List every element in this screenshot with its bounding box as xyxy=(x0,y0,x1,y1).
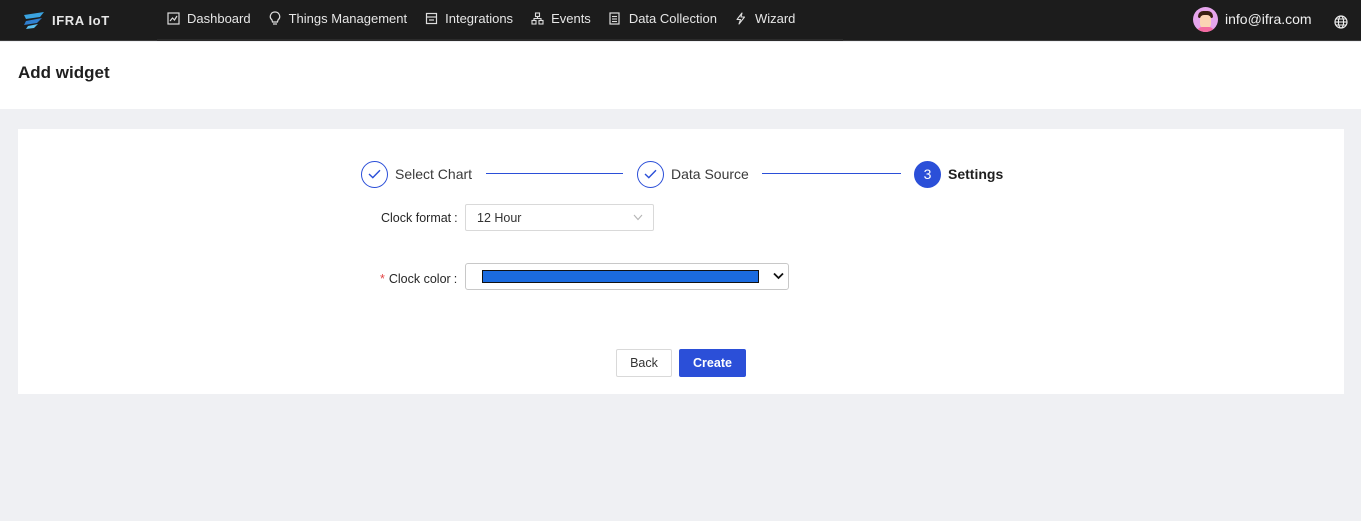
events-icon xyxy=(530,11,544,25)
step-connector xyxy=(762,173,901,174)
step-settings: 3 Settings xyxy=(914,160,1003,188)
label-colon: : xyxy=(454,211,458,225)
page-title: Add widget xyxy=(18,63,110,82)
label-colon: : xyxy=(453,272,458,286)
brand-logo[interactable]: IFRA IoT xyxy=(22,10,110,30)
avatar xyxy=(1193,6,1218,32)
nav-label: Events xyxy=(551,10,591,26)
top-navbar: IFRA IoT Dashboard Things Management Int… xyxy=(0,0,1361,41)
nav-item-dashboard[interactable]: Dashboard xyxy=(166,11,251,26)
nav-item-wizard[interactable]: Wizard xyxy=(734,11,795,26)
main-nav: Dashboard Things Management Integrations… xyxy=(166,0,812,36)
user-menu[interactable]: info@ifra.com xyxy=(1193,6,1312,32)
required-marker: * xyxy=(380,272,385,286)
nav-item-integrations[interactable]: Integrations xyxy=(424,11,513,26)
clock-color-select[interactable] xyxy=(465,263,789,290)
nav-label: Integrations xyxy=(445,10,514,26)
chevron-down-icon xyxy=(773,272,784,280)
clock-format-row: Clock format: xyxy=(381,210,458,226)
back-button[interactable]: Back xyxy=(616,349,672,377)
nav-label: Data Collection xyxy=(628,10,717,26)
clock-format-value: 12 Hour xyxy=(477,210,522,225)
nav-item-data-collection[interactable]: Data Collection xyxy=(608,11,717,26)
step-label: Settings xyxy=(948,166,1004,182)
chevron-down-icon xyxy=(633,214,643,221)
add-widget-card: Select Chart Data Source 3 Settings Cloc… xyxy=(18,129,1344,394)
integrations-icon xyxy=(424,11,438,25)
globe-icon[interactable] xyxy=(1334,15,1348,29)
nav-item-things-management[interactable]: Things Management xyxy=(268,10,408,26)
step-select-chart[interactable]: Select Chart xyxy=(361,160,472,188)
nav-underline xyxy=(157,39,843,41)
step-active-circle: 3 xyxy=(914,160,941,188)
clock-format-label: Clock format xyxy=(381,211,452,225)
step-label: Data Source xyxy=(671,166,749,182)
check-icon xyxy=(368,169,381,179)
nav-label: Wizard xyxy=(754,10,796,26)
clock-format-select[interactable]: 12 Hour xyxy=(465,204,654,231)
nav-label: Dashboard xyxy=(187,10,251,26)
color-swatch xyxy=(482,270,759,283)
page-header: Add widget xyxy=(0,42,1361,109)
nav-item-events[interactable]: Events xyxy=(530,11,591,26)
step-done-circle xyxy=(361,160,388,188)
ifra-logo-icon xyxy=(24,12,44,29)
brand-name: IFRA IoT xyxy=(52,12,110,28)
document-icon xyxy=(608,11,622,25)
create-button[interactable]: Create xyxy=(679,349,746,377)
clock-color-label: Clock color xyxy=(388,272,451,286)
lightning-icon xyxy=(734,11,748,25)
bulb-icon xyxy=(268,11,282,25)
dashboard-icon xyxy=(166,11,180,25)
clock-color-row: * Clock color: xyxy=(380,271,457,287)
user-email: info@ifra.com xyxy=(1225,11,1312,27)
check-icon xyxy=(644,169,657,179)
nav-label: Things Management xyxy=(288,10,408,26)
step-connector xyxy=(486,173,623,174)
step-done-circle xyxy=(637,160,664,188)
step-label: Select Chart xyxy=(395,166,473,182)
step-data-source[interactable]: Data Source xyxy=(637,160,749,188)
